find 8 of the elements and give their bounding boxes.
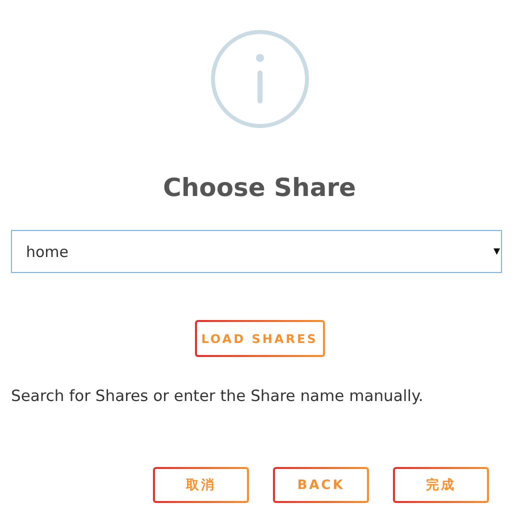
share-dropdown[interactable]: home ▾ (11, 230, 502, 273)
dialog-title: Choose Share (163, 172, 356, 204)
action-button[interactable]: 完成 (393, 467, 489, 503)
load-shares-button[interactable]: LOAD SHARES (194, 320, 324, 357)
action-button[interactable]: 取消 (153, 467, 249, 503)
info-icon (210, 29, 310, 129)
action-button[interactable]: BACK (273, 467, 369, 503)
hint-text: Search for Shares or enter the Share name manually. (11, 387, 424, 405)
